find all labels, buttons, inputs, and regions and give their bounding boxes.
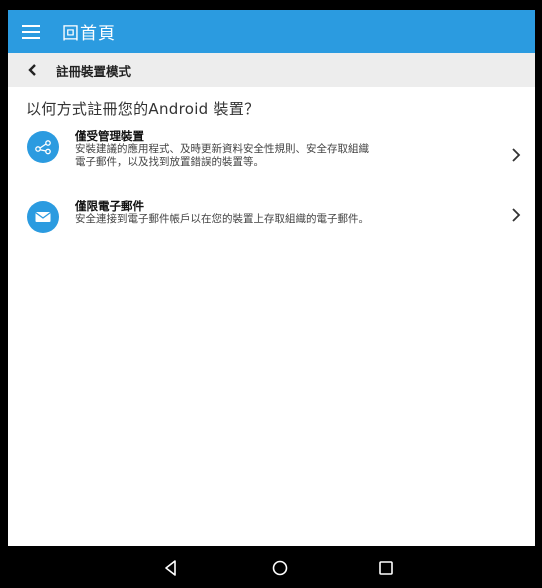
hamburger-menu-icon[interactable] <box>22 24 40 39</box>
chevron-right-icon[interactable] <box>511 147 521 163</box>
option-email-only[interactable]: 僅限電子郵件 安全連接到電子郵件帳戶以在您的裝置上存取組織的電子郵件。 <box>8 197 535 267</box>
chevron-left-icon[interactable] <box>26 63 38 77</box>
device-frame: 回首頁 註冊裝置模式 以何方式註冊您的Android 裝置？ 僅受管理裝置 安裝… <box>0 0 542 588</box>
app-screen: 回首頁 註冊裝置模式 以何方式註冊您的Android 裝置？ 僅受管理裝置 安裝… <box>8 10 535 546</box>
option-description-line1: 安裝建議的應用程式、及時更新資料安全性規則、安全存取組織 <box>75 143 369 155</box>
home-link[interactable]: 回首頁 <box>62 19 116 44</box>
share-nodes-icon <box>27 131 59 163</box>
option-title: 僅受管理裝置 <box>75 129 144 143</box>
option-description-line2: 電子郵件，以及找到放置錯誤的裝置等。 <box>75 156 264 168</box>
sub-header: 註冊裝置模式 <box>8 53 535 87</box>
option-text: 僅限電子郵件 安全連接到電子郵件帳戶以在您的裝置上存取組織的電子郵件。 <box>75 199 435 226</box>
page-title: 註冊裝置模式 <box>56 63 132 79</box>
option-title: 僅限電子郵件 <box>75 199 144 213</box>
envelope-icon <box>27 201 59 233</box>
option-description-line1: 安全連接到電子郵件帳戶以在您的裝置上存取組織的電子郵件。 <box>75 213 369 225</box>
nav-home-circle-icon[interactable] <box>271 559 289 577</box>
system-nav-bar <box>0 546 542 588</box>
nav-recents-square-icon[interactable] <box>377 559 395 577</box>
option-text: 僅受管理裝置 安裝建議的應用程式、及時更新資料安全性規則、安全存取組織 電子郵件… <box>75 129 435 169</box>
nav-back-triangle-icon[interactable] <box>162 559 180 577</box>
app-header: 回首頁 <box>8 10 535 53</box>
chevron-right-icon[interactable] <box>511 207 521 223</box>
option-managed-device[interactable]: 僅受管理裝置 安裝建議的應用程式、及時更新資料安全性規則、安全存取組織 電子郵件… <box>8 127 535 197</box>
question-heading: 以何方式註冊您的Android 裝置？ <box>26 100 260 118</box>
